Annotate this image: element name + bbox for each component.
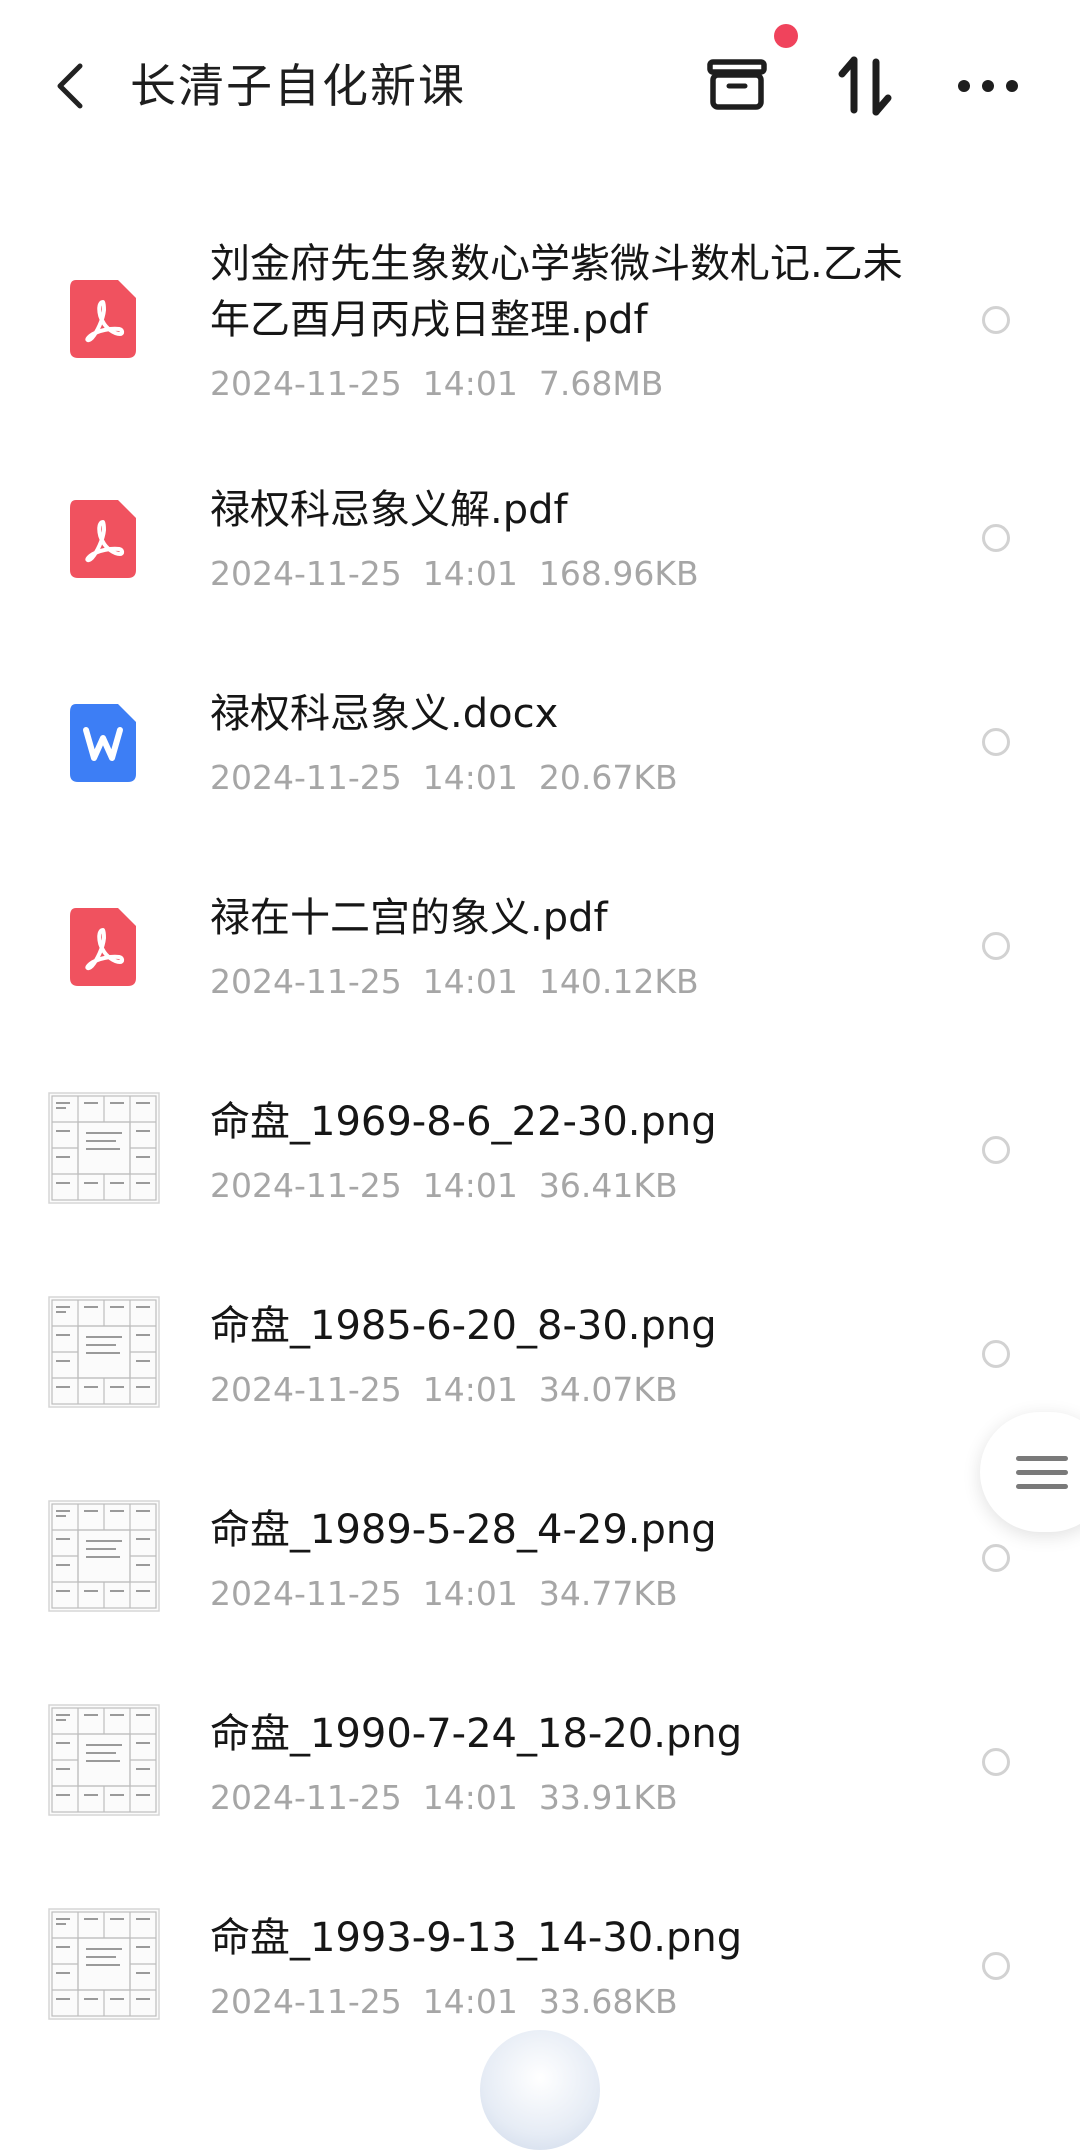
file-date: 2024-11-25 bbox=[210, 1166, 402, 1205]
image-thumbnail bbox=[48, 1092, 160, 1204]
file-meta: 2024-11-25 14:01 34.77KB bbox=[210, 1572, 678, 1616]
file-name: 命盘_1969-8-6_22-30.png bbox=[210, 1099, 717, 1145]
pdf-file-icon bbox=[70, 500, 136, 578]
file-name: 命盘_1990-7-24_18-20.png bbox=[210, 1711, 743, 1757]
file-meta: 2024-11-25 14:01 33.68KB bbox=[210, 1980, 678, 2024]
file-date: 2024-11-25 bbox=[210, 364, 402, 403]
file-size: 168.96KB bbox=[538, 554, 699, 593]
file-time: 14:01 bbox=[422, 1778, 518, 1817]
file-size: 33.68KB bbox=[538, 1982, 678, 2021]
select-checkbox[interactable] bbox=[982, 524, 1010, 552]
select-checkbox[interactable] bbox=[982, 728, 1010, 756]
file-date: 2024-11-25 bbox=[210, 1778, 402, 1817]
file-meta: 2024-11-25 14:01 7.68MB bbox=[210, 362, 663, 406]
file-meta: 2024-11-25 14:01 168.96KB bbox=[210, 552, 699, 596]
file-time: 14:01 bbox=[422, 1166, 518, 1205]
select-checkbox[interactable] bbox=[982, 932, 1010, 960]
file-size: 140.12KB bbox=[538, 962, 699, 1001]
file-date: 2024-11-25 bbox=[210, 1574, 402, 1613]
pdf-file-icon bbox=[70, 908, 136, 986]
file-size: 33.91KB bbox=[538, 1778, 678, 1817]
file-row[interactable]: 命盘_1990-7-24_18-20.png 2024-11-25 14:01 … bbox=[0, 1694, 1080, 1834]
file-meta: 2024-11-25 14:01 33.91KB bbox=[210, 1776, 678, 1820]
file-row[interactable]: 刘金府先生象数心学紫微斗数札记.乙未年乙酉月丙戌日整理.pdf 2024-11-… bbox=[0, 220, 1080, 420]
select-checkbox[interactable] bbox=[982, 1748, 1010, 1776]
file-name: 禄权科忌象义.docx bbox=[210, 691, 559, 737]
word-file-icon bbox=[70, 704, 136, 782]
file-meta: 2024-11-25 14:01 140.12KB bbox=[210, 960, 699, 1004]
file-name: 命盘_1985-6-20_8-30.png bbox=[210, 1303, 717, 1349]
pdf-file-icon bbox=[70, 280, 136, 358]
file-time: 14:01 bbox=[422, 1574, 518, 1613]
file-row[interactable]: 命盘_1993-9-13_14-30.png 2024-11-25 14:01 … bbox=[0, 1898, 1080, 2038]
file-time: 14:01 bbox=[422, 1982, 518, 2021]
file-time: 14:01 bbox=[422, 364, 518, 403]
select-checkbox[interactable] bbox=[982, 1544, 1010, 1572]
file-date: 2024-11-25 bbox=[210, 1982, 402, 2021]
file-size: 7.68MB bbox=[538, 364, 664, 403]
file-row[interactable]: 禄权科忌象义.docx 2024-11-25 14:01 20.67KB bbox=[0, 674, 1080, 814]
file-meta: 2024-11-25 14:01 34.07KB bbox=[210, 1368, 678, 1412]
file-row[interactable]: 命盘_1989-5-28_4-29.png 2024-11-25 14:01 3… bbox=[0, 1490, 1080, 1630]
file-date: 2024-11-25 bbox=[210, 1370, 402, 1409]
file-time: 14:01 bbox=[422, 1370, 518, 1409]
file-row[interactable]: 命盘_1969-8-6_22-30.png 2024-11-25 14:01 3… bbox=[0, 1082, 1080, 1222]
image-thumbnail bbox=[48, 1500, 160, 1612]
file-list: 刘金府先生象数心学紫微斗数札记.乙未年乙酉月丙戌日整理.pdf 2024-11-… bbox=[0, 0, 1080, 2070]
file-row[interactable]: 禄在十二宫的象义.pdf 2024-11-25 14:01 140.12KB bbox=[0, 878, 1080, 1018]
file-date: 2024-11-25 bbox=[210, 554, 402, 593]
file-size: 34.77KB bbox=[538, 1574, 678, 1613]
floating-assistant-bubble[interactable] bbox=[480, 2030, 600, 2150]
file-size: 34.07KB bbox=[538, 1370, 678, 1409]
file-time: 14:01 bbox=[422, 554, 518, 593]
file-size: 36.41KB bbox=[538, 1166, 678, 1205]
file-date: 2024-11-25 bbox=[210, 962, 402, 1001]
file-name: 刘金府先生象数心学紫微斗数札记.乙未年乙酉月丙戌日整理.pdf bbox=[210, 241, 903, 343]
file-name: 命盘_1993-9-13_14-30.png bbox=[210, 1915, 743, 1961]
select-checkbox[interactable] bbox=[982, 306, 1010, 334]
file-time: 14:01 bbox=[422, 758, 518, 797]
file-row[interactable]: 禄权科忌象义解.pdf 2024-11-25 14:01 168.96KB bbox=[0, 470, 1080, 610]
select-checkbox[interactable] bbox=[982, 1952, 1010, 1980]
select-checkbox[interactable] bbox=[982, 1136, 1010, 1164]
select-checkbox[interactable] bbox=[982, 1340, 1010, 1368]
file-time: 14:01 bbox=[422, 962, 518, 1001]
image-thumbnail bbox=[48, 1908, 160, 2020]
image-thumbnail bbox=[48, 1296, 160, 1408]
file-meta: 2024-11-25 14:01 20.67KB bbox=[210, 756, 678, 800]
image-thumbnail bbox=[48, 1704, 160, 1816]
file-name: 命盘_1989-5-28_4-29.png bbox=[210, 1507, 717, 1553]
file-date: 2024-11-25 bbox=[210, 758, 402, 797]
file-size: 20.67KB bbox=[538, 758, 678, 797]
file-name: 禄在十二宫的象义.pdf bbox=[210, 895, 608, 941]
file-meta: 2024-11-25 14:01 36.41KB bbox=[210, 1164, 678, 1208]
file-row[interactable]: 命盘_1985-6-20_8-30.png 2024-11-25 14:01 3… bbox=[0, 1286, 1080, 1426]
file-name: 禄权科忌象义解.pdf bbox=[210, 487, 568, 533]
